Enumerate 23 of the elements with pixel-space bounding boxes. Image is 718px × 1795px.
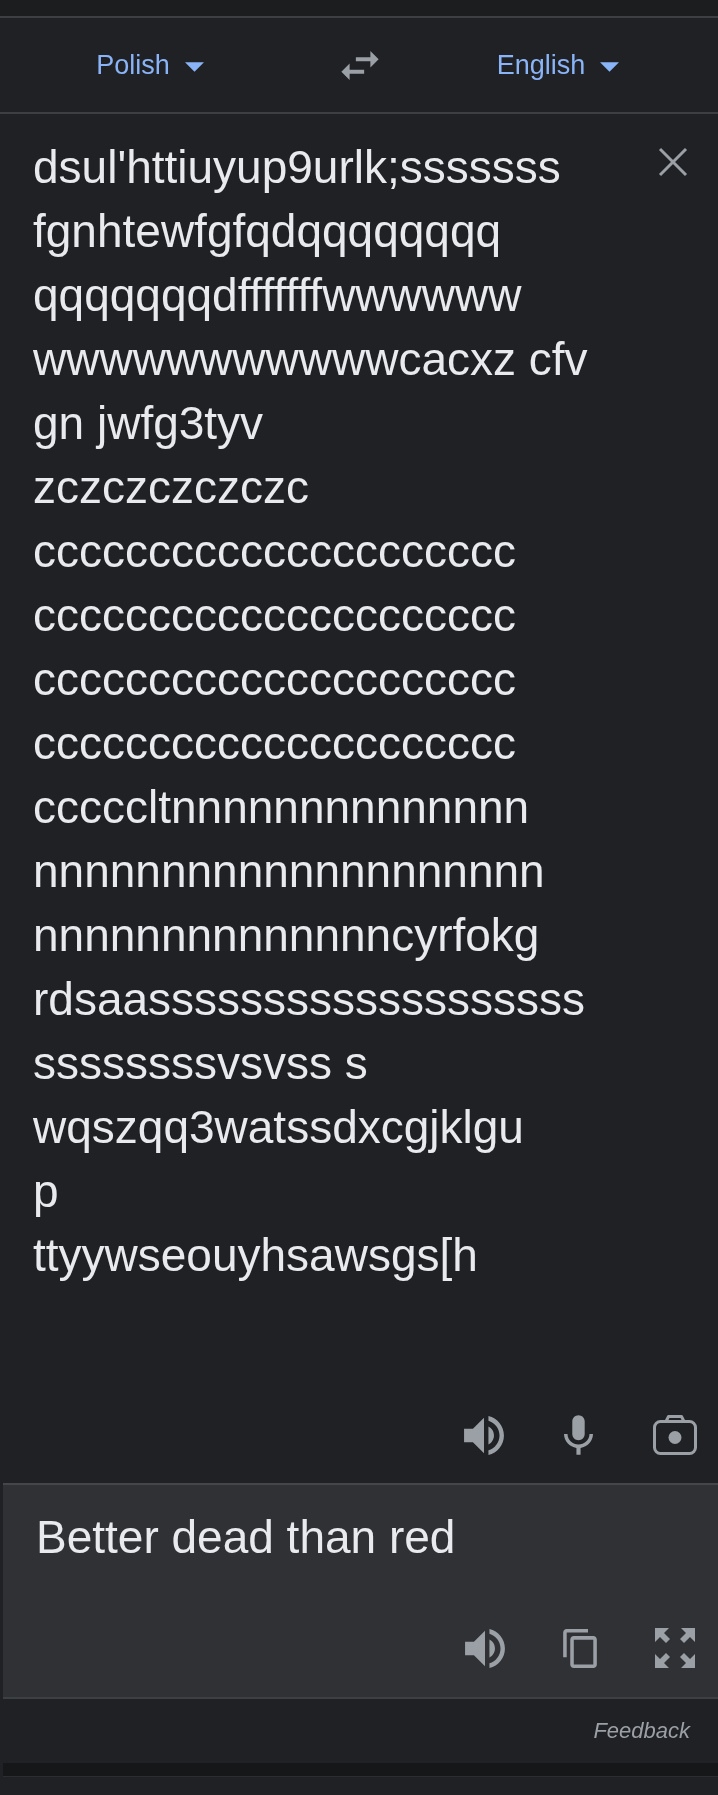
- microphone-icon: [564, 1415, 593, 1455]
- translation-text: Better dead than red: [36, 1510, 456, 1565]
- copy-icon: [563, 1628, 597, 1668]
- speaker-icon: [465, 1628, 505, 1668]
- target-language-button[interactable]: English: [496, 49, 620, 81]
- fullscreen-icon: [655, 1628, 695, 1668]
- clear-text-button[interactable]: [658, 147, 688, 177]
- source-language-button[interactable]: Polish: [96, 49, 204, 81]
- caret-icon: [600, 62, 620, 72]
- feedback-link[interactable]: Feedback: [593, 1717, 690, 1745]
- copy-button[interactable]: [563, 1628, 597, 1668]
- speaker-icon: [464, 1415, 504, 1455]
- swap-languages-button[interactable]: [341, 50, 379, 80]
- listen-button[interactable]: [465, 1628, 505, 1668]
- fullscreen-button[interactable]: [655, 1628, 695, 1668]
- camera-icon: [653, 1415, 697, 1455]
- source-text-input[interactable]: dsul'httiuyup9urlk;sssssss fgnhtewfgfqdqqqqqqqq qqqqqqqdfffffffwwwwww wwwwwwwwwwwcacxz cfv gn jwfg3tyv zczczczczczc ccccccccccccccccccccc ccccccccccccccccccccc ccccccccccccccccccccc ccccccccccccccccccccc cccccltnnnnnnnnnnnnnn nnnnnnnnnnnnnnnnnnnn nnnnnnnnnnnnnncyrfokg rdsaasssssssssssssssssss ssssssssvsvss s wqszqq3watssdxcgjklgu p ttyywseouyhsawsgs[h: [33, 135, 588, 1287]
- swap-icon: [341, 50, 379, 80]
- listen-button[interactable]: [464, 1415, 504, 1455]
- close-icon: [658, 147, 688, 177]
- camera-button[interactable]: [653, 1415, 697, 1455]
- caret-icon: [184, 62, 204, 72]
- voice-input-button[interactable]: [564, 1415, 593, 1455]
